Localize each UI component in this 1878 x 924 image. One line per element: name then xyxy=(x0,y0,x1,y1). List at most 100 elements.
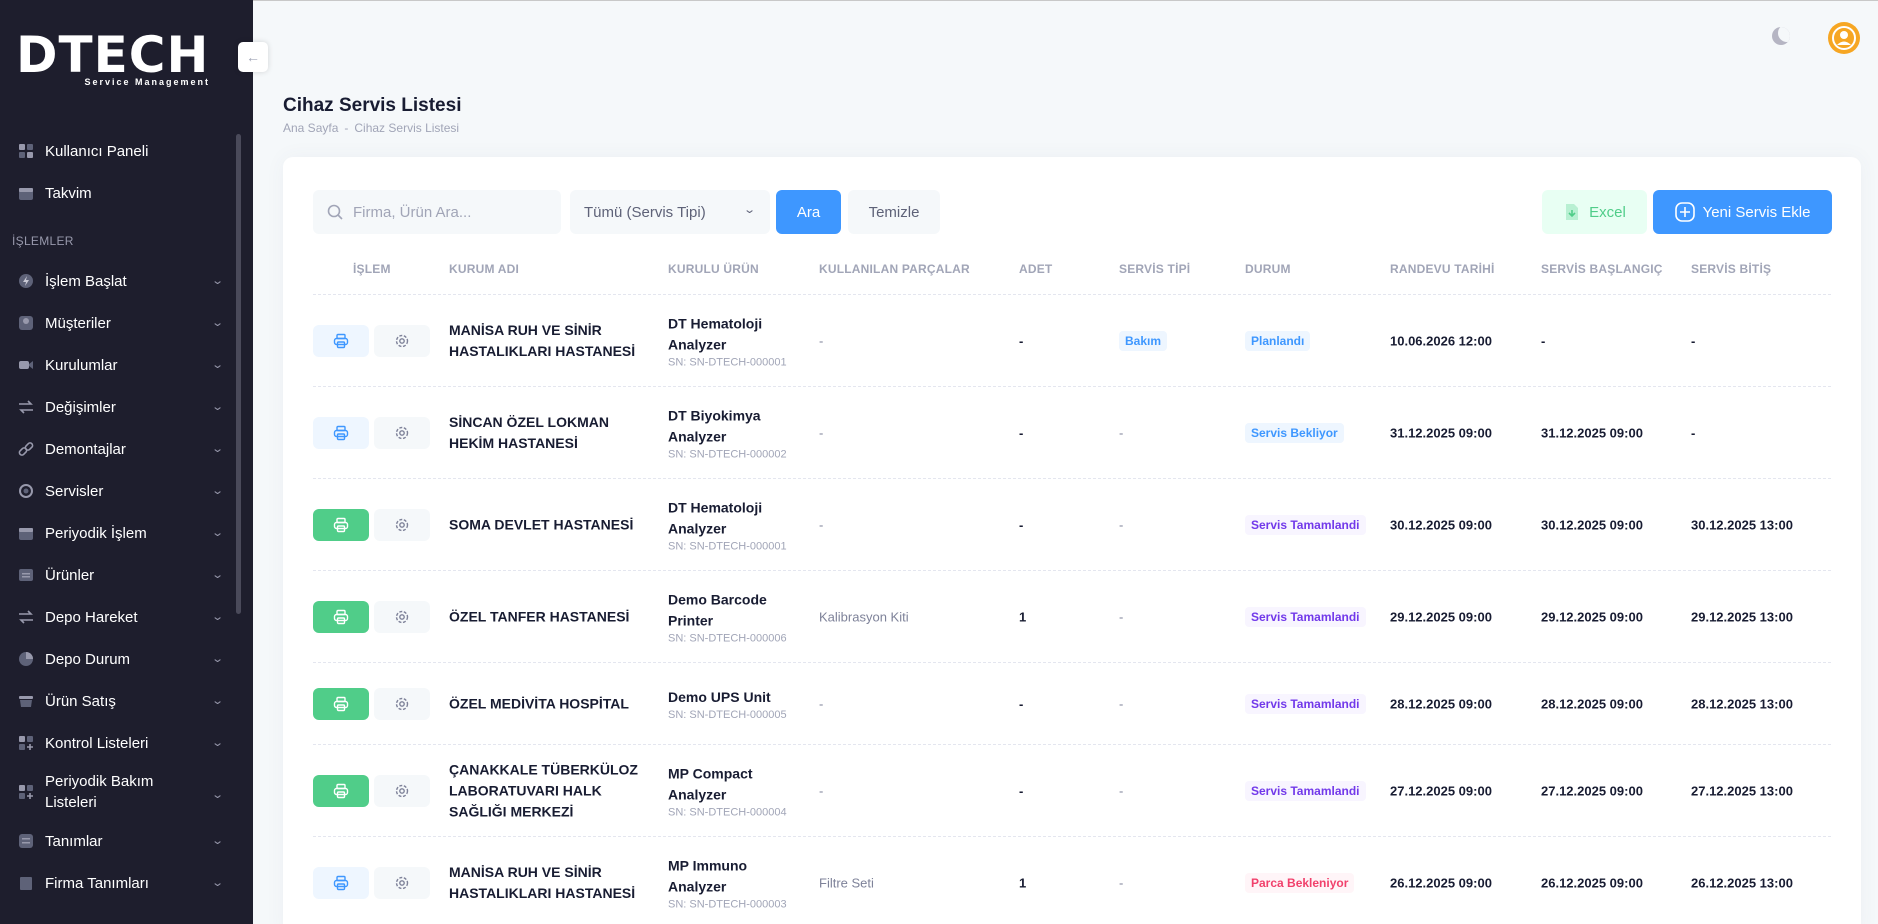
sidebar-item-firma-tanimlari[interactable]: Firma Tanımları ⌄ xyxy=(0,862,236,904)
service-end: 30.12.2025 13:00 xyxy=(1691,517,1793,532)
page-title: Cihaz Servis Listesi xyxy=(283,95,462,116)
product-name[interactable]: MP Compact Analyzer xyxy=(668,763,808,805)
sidebar-item-islem-baslat[interactable]: İşlem Başlat ⌄ xyxy=(0,260,236,302)
chevron-down-icon: ⌄ xyxy=(210,695,224,707)
status: Servis Tamamlandi xyxy=(1245,606,1366,627)
product-name[interactable]: Demo UPS Unit xyxy=(668,687,808,708)
sidebar-toggle-button[interactable]: ← xyxy=(238,42,268,72)
sidebar-item-degisimler[interactable]: Değişimler ⌄ xyxy=(0,386,236,428)
print-button[interactable] xyxy=(313,416,369,449)
chevron-down-icon: ⌄ xyxy=(210,611,224,623)
search-button[interactable]: Ara xyxy=(776,190,841,234)
sidebar-scrollbar[interactable] xyxy=(236,134,241,614)
product-serial: SN: SN-DTECH-000001 xyxy=(668,540,787,552)
product-name[interactable]: MP Immuno Analyzer xyxy=(668,855,808,897)
chevron-down-icon: ⌄ xyxy=(210,569,224,581)
sidebar-item-label: Kurulumlar xyxy=(45,356,118,374)
chevron-down-icon: ⌄ xyxy=(210,317,224,329)
print-button[interactable] xyxy=(313,600,369,633)
table-row: MANİSA RUH VE SİNİR HASTALIKLARI HASTANE… xyxy=(313,837,1831,924)
sidebar-item-takvim[interactable]: Takvim xyxy=(0,172,236,214)
sidebar-item-musteriler[interactable]: Müşteriler ⌄ xyxy=(0,302,236,344)
status-badge: Servis Tamamlandi xyxy=(1245,606,1366,627)
sidebar-item-demontajlar[interactable]: Demontajlar ⌄ xyxy=(0,428,236,470)
settings-button[interactable] xyxy=(374,774,430,807)
service-type: Bakım xyxy=(1119,330,1168,351)
product-name[interactable]: DT Hematoloji Analyzer xyxy=(668,313,808,355)
basket-icon xyxy=(17,692,35,710)
column-header[interactable]: RANDEVU TARİHİ xyxy=(1390,262,1495,276)
product-name[interactable]: DT Hematoloji Analyzer xyxy=(668,497,808,539)
sidebar-item-urunler[interactable]: Ürünler ⌄ xyxy=(0,554,236,596)
clear-button[interactable]: Temizle xyxy=(848,190,940,234)
breadcrumb-separator: - xyxy=(344,121,349,135)
org-name[interactable]: SİNCAN ÖZEL LOKMAN HEKİM HASTANESİ xyxy=(449,412,649,454)
settings-button[interactable] xyxy=(374,600,430,633)
print-button[interactable] xyxy=(313,324,369,357)
service-end: - xyxy=(1691,333,1696,348)
sidebar-item-kontrol-listeleri[interactable]: Kontrol Listeleri ⌄ xyxy=(0,722,236,764)
calendar-icon xyxy=(17,184,35,202)
user-avatar[interactable] xyxy=(1828,22,1860,54)
column-header[interactable]: KURUM ADI xyxy=(449,262,519,276)
sidebar-item-periyodik-islem[interactable]: Periyodik İşlem ⌄ xyxy=(0,512,236,554)
chevron-down-icon: ⌄ xyxy=(210,359,224,371)
settings-button[interactable] xyxy=(374,508,430,541)
breadcrumb-home[interactable]: Ana Sayfa xyxy=(283,121,338,135)
print-button[interactable] xyxy=(313,774,369,807)
sidebar-item-tanimlar[interactable]: Tanımlar ⌄ xyxy=(0,820,236,862)
service-list-card: Tümü (Servis Tipi) ⌄ Ara Temizle Excel Y… xyxy=(283,157,1861,924)
product-serial: SN: SN-DTECH-000002 xyxy=(668,448,787,460)
printer-icon xyxy=(333,333,349,349)
column-header[interactable]: DURUM xyxy=(1245,262,1291,276)
org-name[interactable]: ÇANAKKALE TÜBERKÜLOZ LABORATUVARI HALK S… xyxy=(449,759,649,822)
org-name[interactable]: ÖZEL MEDİVİTA HOSPİTAL xyxy=(449,693,649,714)
column-header[interactable]: KULLANILAN PARÇALAR xyxy=(819,262,970,276)
org-name[interactable]: MANİSA RUH VE SİNİR HASTALIKLARI HASTANE… xyxy=(449,320,649,362)
table-header: İŞLEM KURUM ADI KURULU ÜRÜN KULLANILAN P… xyxy=(313,257,1831,295)
product-name[interactable]: DT Biyokimya Analyzer xyxy=(668,405,808,447)
quantity: - xyxy=(1019,517,1024,532)
sidebar-item-kurulumlar[interactable]: Kurulumlar ⌄ xyxy=(0,344,236,386)
org-name[interactable]: MANİSA RUH VE SİNİR HASTALIKLARI HASTANE… xyxy=(449,862,649,904)
add-service-button[interactable]: Yeni Servis Ekle xyxy=(1653,190,1832,234)
gear-icon xyxy=(394,783,410,799)
column-header[interactable]: SERVİS TİPİ xyxy=(1119,262,1190,276)
settings-button[interactable] xyxy=(374,687,430,720)
sidebar-item-kullanici-paneli[interactable]: Kullanıcı Paneli xyxy=(0,130,236,172)
print-button[interactable] xyxy=(313,866,369,899)
sidebar-item-depo-hareket[interactable]: Depo Hareket ⌄ xyxy=(0,596,236,638)
theme-toggle-moon-icon[interactable] xyxy=(1772,27,1790,45)
column-header[interactable]: ADET xyxy=(1019,262,1052,276)
sidebar-item-label: Periyodik Bakım Listeleri xyxy=(45,773,154,811)
search-box[interactable] xyxy=(313,190,561,234)
excel-button[interactable]: Excel xyxy=(1542,190,1647,234)
print-button[interactable] xyxy=(313,687,369,720)
print-button[interactable] xyxy=(313,508,369,541)
column-header[interactable]: SERVİS BAŞLANGIÇ xyxy=(1541,262,1663,276)
sidebar-menu: Kullanıcı Paneli Takvim İŞLEMLER İşlem B… xyxy=(0,130,236,904)
service-type-badge: Bakım xyxy=(1119,330,1168,351)
settings-button[interactable] xyxy=(374,416,430,449)
org-name[interactable]: SOMA DEVLET HASTANESİ xyxy=(449,514,649,535)
status-badge: Servis Tamamlandi xyxy=(1245,693,1366,714)
sidebar-item-periyodik-bakim-listeleri[interactable]: Periyodik Bakım Listeleri ⌄ xyxy=(0,764,236,820)
search-input[interactable] xyxy=(353,203,553,221)
sidebar-item-urun-satis[interactable]: Ürün Satış ⌄ xyxy=(0,680,236,722)
sidebar-item-depo-durum[interactable]: Depo Durum ⌄ xyxy=(0,638,236,680)
sidebar-item-label: Ürünler xyxy=(45,566,95,584)
gear-icon xyxy=(394,609,410,625)
column-header[interactable]: KURULU ÜRÜN xyxy=(668,262,759,276)
service-icon xyxy=(17,482,35,500)
settings-button[interactable] xyxy=(374,324,430,357)
sidebar-item-servisler[interactable]: Servisler ⌄ xyxy=(0,470,236,512)
column-header[interactable]: SERVİS BİTİŞ xyxy=(1691,262,1771,276)
product-name[interactable]: Demo Barcode Printer xyxy=(668,589,808,631)
appointment-date: 10.06.2026 12:00 xyxy=(1390,333,1492,348)
quantity: 1 xyxy=(1019,875,1027,890)
service-type-select[interactable]: Tümü (Servis Tipi) ⌄ xyxy=(570,190,770,234)
settings-button[interactable] xyxy=(374,866,430,899)
brand-logo[interactable]: DTECH Service Management xyxy=(16,30,216,90)
service-start: - xyxy=(1541,333,1546,348)
org-name[interactable]: ÖZEL TANFER HASTANESİ xyxy=(449,606,649,627)
